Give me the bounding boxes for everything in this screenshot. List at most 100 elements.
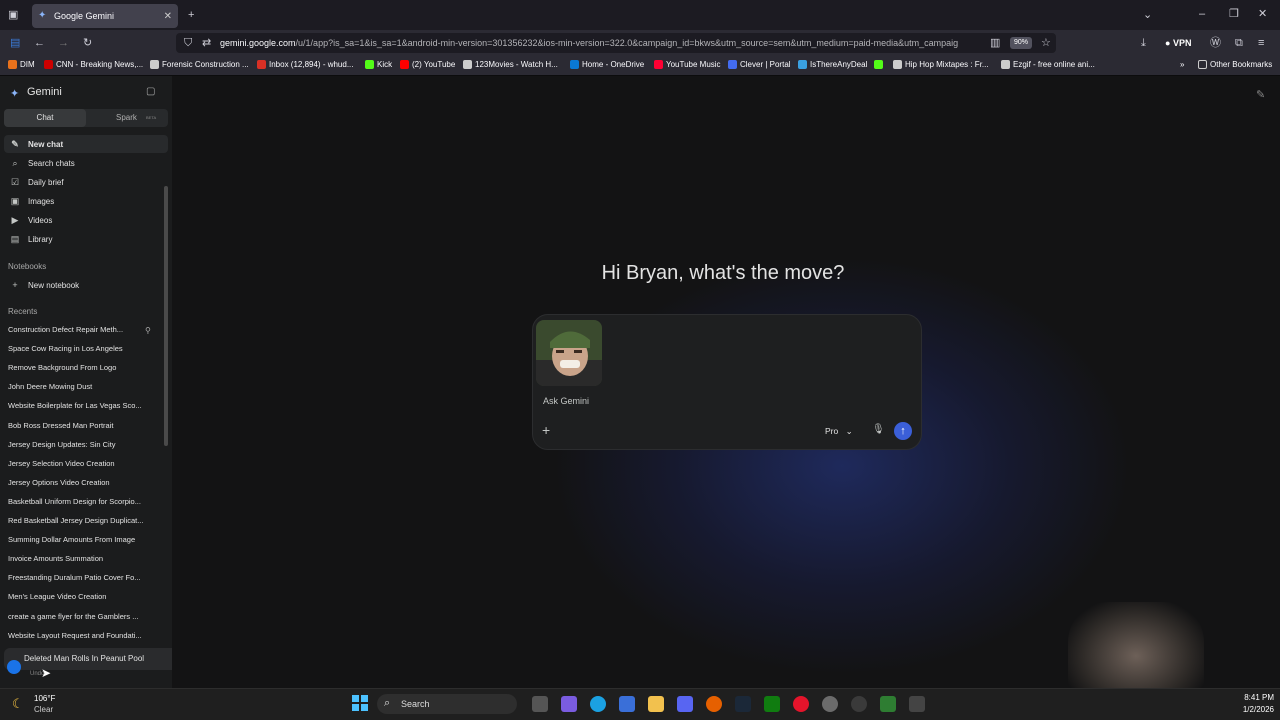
attached-image-thumbnail[interactable] (536, 320, 602, 386)
nav-new-chat[interactable]: ✎ New chat (4, 135, 168, 153)
restore-icon[interactable]: ❐ (1229, 7, 1239, 21)
taskbar-search[interactable]: Search (377, 694, 517, 714)
recent-chat-item[interactable]: Website Boilerplate for Las Vegas Sco... (8, 401, 150, 410)
new-tab-icon[interactable]: + (188, 8, 194, 22)
close-tab-icon[interactable]: ✕ (164, 11, 172, 22)
recent-chat-item[interactable]: Freestanding Duralum Patio Cover Fo... (8, 573, 150, 582)
chevron-down-icon[interactable]: ⌄ (1143, 8, 1152, 22)
prompt-input[interactable]: Ask Gemini (543, 396, 589, 406)
clock-time[interactable]: 8:41 PM (1228, 693, 1274, 702)
store-icon[interactable] (619, 696, 635, 712)
bookmark-item[interactable] (874, 60, 886, 69)
weather-condition[interactable]: Clear (34, 705, 53, 714)
recent-chat-item[interactable]: Summing Dollar Amounts From Image (8, 535, 150, 544)
bookmark-star-icon[interactable]: ☆ (1041, 36, 1051, 50)
model-selector[interactable]: Pro ⌄ (825, 426, 853, 437)
bookmark-item[interactable]: Clever | Portal (728, 60, 791, 69)
nav-images[interactable]: ▣ Images (4, 192, 168, 210)
reload-icon[interactable]: ↻ (83, 36, 92, 50)
recent-chat-item[interactable]: create a game flyer for the Gamblers ... (8, 612, 150, 621)
collapse-sidebar-icon[interactable]: ▢ (146, 86, 155, 97)
recent-chat-item[interactable]: Jersey Options Video Creation (8, 478, 150, 487)
start-button[interactable] (352, 695, 368, 711)
firefox-icon[interactable] (706, 696, 722, 712)
recent-chat-item[interactable]: Jersey Design Updates: Sin City (8, 440, 150, 449)
nav-videos[interactable]: ▶ Videos (4, 211, 168, 229)
bookmark-item[interactable]: 123Movies - Watch H... (463, 60, 558, 69)
extensions-icon[interactable]: ⧉ (1235, 36, 1243, 50)
recent-chat-item[interactable]: Bob Ross Dressed Man Portrait (8, 421, 150, 430)
recent-chat-item[interactable]: Space Cow Racing in Los Angeles (8, 344, 150, 353)
xbox-icon[interactable] (764, 696, 780, 712)
recent-chat-item[interactable]: Website Layout Request and Foundati... (8, 631, 150, 640)
tab-spark[interactable]: Spark (116, 113, 137, 122)
forward-icon[interactable]: → (58, 36, 69, 50)
bookmark-favicon-icon (798, 60, 807, 69)
avatar[interactable] (7, 660, 21, 674)
recent-chat-item[interactable]: John Deere Mowing Dust (8, 382, 150, 391)
weather-temperature[interactable]: 106°F (34, 694, 55, 703)
bookmark-item[interactable]: YouTube Music (654, 60, 721, 69)
vpn-button[interactable]: ● VPN (1165, 36, 1191, 50)
browser-tab-bar: ▣ ✦ Google Gemini ✕ + ⌄ – ❐ ✕ (0, 0, 1280, 30)
bookmark-label: YouTube Music (666, 60, 721, 69)
menu-icon[interactable]: ≡ (1258, 36, 1264, 50)
pin-icon[interactable]: ⚲ (145, 326, 151, 335)
tab-list-icon[interactable]: ▣ (8, 8, 18, 22)
microphone-icon[interactable]: 🎙 (872, 424, 885, 435)
copilot-icon[interactable] (561, 696, 577, 712)
bookmark-item[interactable]: (2) YouTube (400, 60, 455, 69)
recent-chat-item[interactable]: Jersey Selection Video Creation (8, 459, 150, 468)
nav-library[interactable]: ▤ Library (4, 230, 168, 248)
send-button[interactable]: ↑ (894, 422, 912, 440)
edge-icon[interactable] (590, 696, 606, 712)
recent-chat-item[interactable]: Construction Defect Repair Meth... (8, 325, 150, 334)
tab-gemini[interactable]: ✦ Google Gemini ✕ (32, 4, 178, 28)
download-icon[interactable]: ⤓ (1141, 36, 1146, 50)
bookmark-item[interactable]: Home - OneDrive (570, 60, 644, 69)
bookmark-item[interactable]: Hip Hop Mixtapes : Fr... (893, 60, 989, 69)
play-icon[interactable] (880, 696, 896, 712)
page-settings-icon[interactable]: ⇄ (202, 36, 211, 50)
account-icon[interactable]: Ⓦ (1210, 36, 1221, 50)
shield-icon[interactable]: ⛉ (184, 36, 192, 50)
minimize-icon[interactable]: – (1199, 7, 1205, 21)
task-view-icon[interactable] (532, 696, 548, 712)
reader-view-icon[interactable]: ▥ (990, 36, 1000, 50)
settings-gear-icon[interactable] (822, 696, 838, 712)
recent-chat-item[interactable]: Invoice Amounts Summation (8, 554, 150, 563)
clock-date[interactable]: 1/2/2026 (1228, 705, 1274, 714)
browser-nav-bar: ▤ ← → ↻ gemini.google.com/u/1/app?is_sa=… (0, 30, 1280, 56)
obs-icon[interactable] (851, 696, 867, 712)
bookmark-item[interactable]: Inbox (12,894) - whud... (257, 60, 354, 69)
zoom-badge[interactable]: 90% (1010, 37, 1032, 49)
sidebar-scrollbar[interactable] (164, 186, 168, 446)
bookmark-item[interactable]: Kick (365, 60, 392, 69)
recent-chat-item[interactable]: Red Basketball Jersey Design Duplicat... (8, 516, 150, 525)
media-player-icon[interactable] (793, 696, 809, 712)
close-window-icon[interactable]: ✕ (1258, 7, 1267, 21)
nav-search-chats[interactable]: ⌕ Search chats (4, 154, 168, 172)
url-bar[interactable]: gemini.google.com/u/1/app?is_sa=1&is_sa=… (176, 33, 1056, 53)
bookmark-item[interactable]: DIM (8, 60, 35, 69)
new-chat-edit-icon[interactable]: ✎ (1256, 88, 1265, 101)
more-bookmarks-icon[interactable]: » (1180, 60, 1184, 69)
snipping-tool-icon[interactable] (909, 696, 925, 712)
nav-daily-brief[interactable]: ☑ Daily brief (4, 173, 168, 191)
discord-icon[interactable] (677, 696, 693, 712)
file-explorer-icon[interactable] (648, 696, 664, 712)
recent-chat-item[interactable]: Men's League Video Creation (8, 592, 150, 601)
sidebar-toggle-icon[interactable]: ▤ (10, 36, 20, 50)
bookmark-label: (2) YouTube (412, 60, 456, 69)
add-attachment-icon[interactable]: + (542, 422, 550, 438)
bookmark-item[interactable]: IsThereAnyDeal (798, 60, 867, 69)
recent-chat-item[interactable]: Basketball Uniform Design for Scorpio... (8, 497, 150, 506)
bookmark-item[interactable]: Ezgif - free online ani... (1001, 60, 1095, 69)
recent-chat-item[interactable]: Remove Background From Logo (8, 363, 150, 372)
bookmark-item[interactable]: CNN - Breaking News,... (44, 60, 143, 69)
other-bookmarks[interactable]: Other Bookmarks (1198, 60, 1272, 69)
bookmark-item[interactable]: Forensic Construction ... (150, 60, 249, 69)
tab-chat[interactable]: Chat (4, 109, 86, 127)
steam-icon[interactable] (735, 696, 751, 712)
back-icon[interactable]: ← (34, 36, 45, 50)
